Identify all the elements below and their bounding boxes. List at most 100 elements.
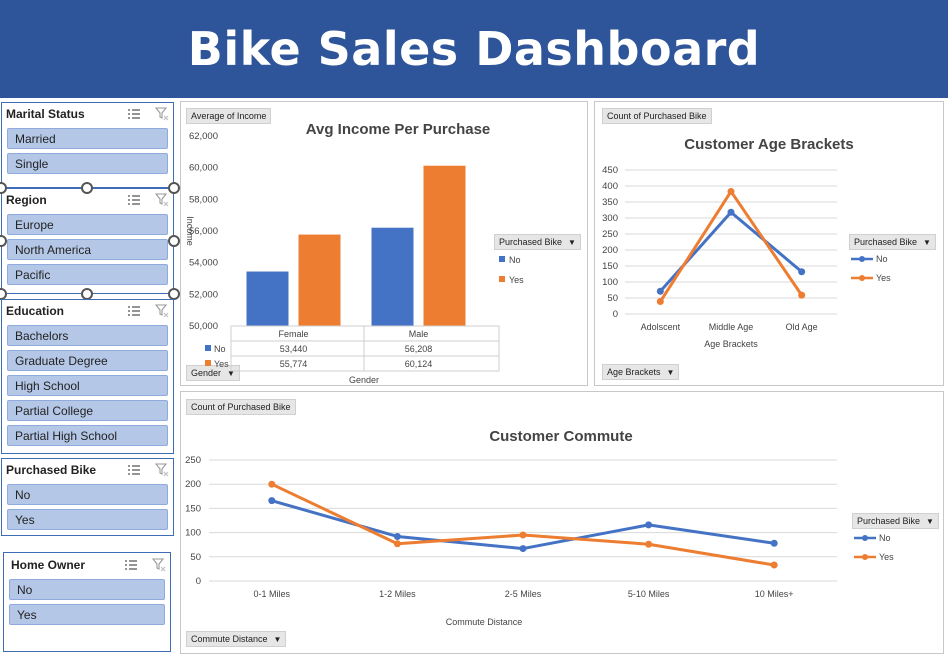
data-label: 55,774 — [280, 359, 308, 369]
legend-field-label: Purchased Bike — [857, 516, 921, 526]
slicer-item-graduate-degree[interactable]: Graduate Degree — [7, 350, 168, 371]
x-tick-label: 0-1 Miles — [254, 589, 291, 599]
legend-field-button[interactable]: Purchased Bike ▼ — [494, 234, 581, 250]
point-no — [798, 268, 806, 276]
y-tick-label: 58,000 — [189, 194, 218, 205]
slicer-item-partial-high-school[interactable]: Partial High School — [7, 425, 168, 446]
point-no — [268, 497, 276, 505]
table-legend-key — [205, 345, 211, 351]
resize-handle[interactable] — [81, 182, 93, 194]
dropdown-icon: ▼ — [273, 635, 282, 644]
y-axis-label: Income — [185, 216, 195, 246]
dropdown-icon: ▼ — [666, 368, 675, 377]
axis-field-button[interactable]: Gender ▼ — [186, 365, 240, 381]
income-chart-panel: Average of Income Purchased Bike ▼ Gender… — [180, 101, 588, 386]
point-no — [519, 545, 527, 553]
home-owner-slicer[interactable]: Home Owner No Yes — [3, 552, 171, 652]
dropdown-icon: ▼ — [923, 238, 931, 247]
slicer-item-single[interactable]: Single — [7, 153, 168, 174]
y-tick-label: 60,000 — [189, 163, 218, 174]
region-slicer[interactable]: Region Europe North America Pacific — [1, 188, 174, 294]
y-tick-label: 200 — [602, 245, 618, 256]
multi-select-icon[interactable] — [127, 108, 141, 120]
point-yes — [727, 187, 735, 195]
purchased-bike-slicer[interactable]: Purchased Bike No Yes — [1, 458, 174, 536]
education-slicer[interactable]: Education Bachelors Graduate Degree High… — [1, 299, 174, 454]
y-tick-label: 200 — [185, 479, 201, 490]
slicer-item-bachelors[interactable]: Bachelors — [7, 325, 168, 346]
x-axis-label: Commute Distance — [446, 617, 523, 627]
point-yes — [798, 291, 806, 299]
education-slicer-title: Education — [6, 304, 65, 318]
y-tick-label: 350 — [602, 197, 618, 208]
resize-handle[interactable] — [168, 235, 180, 247]
home-owner-slicer-title: Home Owner — [11, 558, 86, 572]
axis-field-label: Gender — [191, 368, 222, 378]
region-slicer-title: Region — [6, 193, 47, 207]
clear-filter-icon[interactable] — [152, 558, 166, 572]
multi-select-icon[interactable] — [127, 194, 141, 206]
multi-select-icon[interactable] — [124, 559, 138, 571]
slicer-item-yes[interactable]: Yes — [9, 604, 165, 625]
slicer-item-high-school[interactable]: High School — [7, 375, 168, 396]
legend-field-button[interactable]: Purchased Bike ▼ — [852, 513, 939, 529]
y-tick-label: 52,000 — [189, 289, 218, 300]
chart-title: Customer Commute — [489, 428, 632, 445]
clear-filter-icon[interactable] — [155, 304, 169, 318]
x-axis-label: Gender — [349, 375, 379, 385]
age-chart-panel: Count of Purchased Bike Purchased Bike ▼ … — [594, 101, 944, 386]
commute-chart-panel: Count of Purchased Bike Purchased Bike ▼ … — [180, 391, 944, 654]
point-yes — [268, 480, 276, 488]
x-tick-label: 10 Miles+ — [755, 589, 794, 599]
marital-status-slicer[interactable]: Marital Status Married Single — [1, 102, 174, 188]
legend-item-no: No — [509, 255, 521, 265]
legend-marker-yes — [859, 275, 865, 281]
series-line-no — [659, 210, 803, 293]
y-tick-label: 450 — [602, 165, 618, 176]
axis-field-button[interactable]: Commute Distance ▼ — [186, 631, 287, 647]
x-tick-label: 5-10 Miles — [628, 589, 670, 599]
multi-select-icon[interactable] — [127, 305, 141, 317]
y-tick-label: 62,000 — [189, 131, 218, 142]
value-field-button[interactable]: Count of Purchased Bike — [186, 399, 296, 415]
legend-field-label: Purchased Bike — [499, 237, 563, 247]
legend-field-button[interactable]: Purchased Bike ▼ — [849, 234, 936, 250]
y-tick-label: 50,000 — [189, 321, 218, 332]
y-tick-label: 50 — [607, 293, 618, 304]
slicer-item-partial-college[interactable]: Partial College — [7, 400, 168, 421]
bar-no-male — [371, 227, 414, 326]
series-line-yes — [271, 482, 775, 567]
x-tick-label: Middle Age — [709, 322, 754, 332]
table-row-label: No — [214, 344, 226, 354]
legend-item-no: No — [876, 254, 888, 264]
slicer-item-yes[interactable]: Yes — [7, 509, 168, 530]
value-field-button[interactable]: Average of Income — [186, 108, 272, 124]
legend-key-yes — [499, 276, 505, 282]
y-tick-label: 0 — [613, 309, 618, 320]
multi-select-icon[interactable] — [127, 464, 141, 476]
chart-title: Avg Income Per Purchase — [306, 121, 491, 138]
y-tick-label: 250 — [185, 455, 201, 466]
clear-filter-icon[interactable] — [155, 463, 169, 477]
commute-chart: Customer Commute 0 50 100 150 200 250 0-1 Mile… — [185, 428, 894, 627]
slicer-item-north-america[interactable]: North America — [7, 239, 168, 260]
y-tick-label: 250 — [602, 229, 618, 240]
clear-filter-icon[interactable] — [155, 107, 169, 121]
bar-yes-female — [298, 234, 341, 326]
slicer-item-pacific[interactable]: Pacific — [7, 264, 168, 285]
slicer-item-married[interactable]: Married — [7, 128, 168, 149]
y-tick-label: 300 — [602, 213, 618, 224]
slicer-item-no[interactable]: No — [9, 579, 165, 600]
slicer-item-europe[interactable]: Europe — [7, 214, 168, 235]
series-line-yes — [659, 189, 803, 303]
value-field-button[interactable]: Count of Purchased Bike — [602, 108, 712, 124]
legend-item-yes: Yes — [879, 552, 894, 562]
axis-field-button[interactable]: Age Brackets ▼ — [602, 364, 680, 380]
dashboard-title: Bike Sales Dashboard — [187, 22, 761, 76]
slicer-item-no[interactable]: No — [7, 484, 168, 505]
data-label: 53,440 — [280, 344, 308, 354]
resize-handle[interactable] — [168, 182, 180, 194]
clear-filter-icon[interactable] — [155, 193, 169, 207]
legend-item-no: No — [879, 533, 891, 543]
point-no — [656, 287, 664, 295]
